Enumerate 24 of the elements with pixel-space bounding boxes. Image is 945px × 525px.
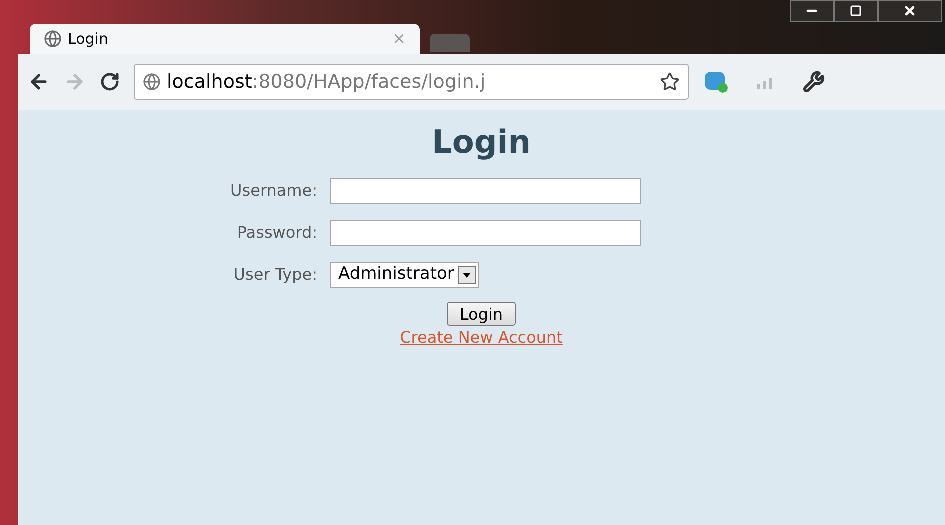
close-icon xyxy=(903,4,917,18)
forward-icon xyxy=(64,71,86,93)
minimize-button[interactable] xyxy=(790,0,834,22)
maximize-button[interactable] xyxy=(834,0,878,22)
globe-icon xyxy=(44,30,62,48)
globe-icon xyxy=(143,73,161,91)
address-bar[interactable]: localhost:8080/HApp/faces/login.j xyxy=(134,64,689,100)
caret-icon xyxy=(458,266,476,284)
input-field[interactable] xyxy=(330,220,640,246)
input-field[interactable] xyxy=(330,178,640,204)
back-icon xyxy=(28,71,50,93)
field-label: Username: xyxy=(230,180,318,202)
user-type-select[interactable]: Administrator xyxy=(330,262,480,288)
page-heading: Login xyxy=(432,122,532,163)
settings-icon[interactable] xyxy=(803,71,825,93)
login-button[interactable]: Login xyxy=(446,302,516,326)
browser-tab[interactable]: Login × xyxy=(30,24,420,54)
field-label: User Type: xyxy=(232,264,318,286)
maximize-icon xyxy=(850,5,862,17)
star-icon xyxy=(660,72,680,92)
reload-icon xyxy=(100,72,120,92)
field-label: Password: xyxy=(236,222,318,244)
close-button[interactable] xyxy=(878,0,942,22)
chat-icon[interactable] xyxy=(703,70,729,94)
